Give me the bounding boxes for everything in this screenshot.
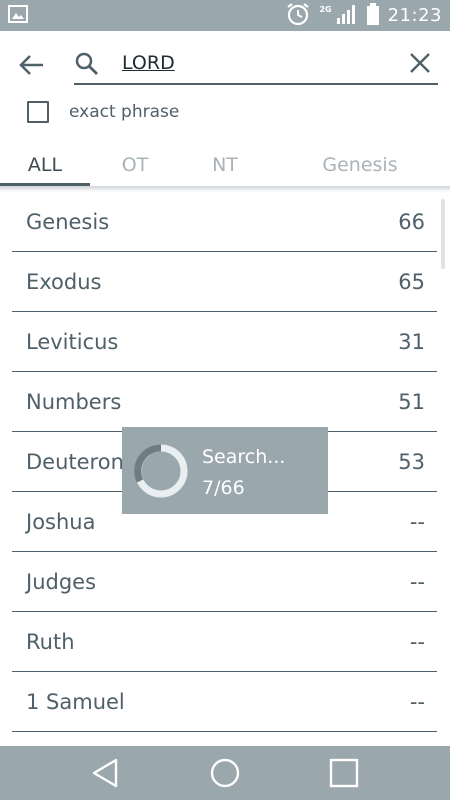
progress-count: 7/66 xyxy=(202,477,245,499)
tab-genesis[interactable]: Genesis xyxy=(300,139,420,186)
square-recents-icon xyxy=(329,758,359,788)
list-item[interactable]: Judges -- xyxy=(12,552,437,612)
tab-ot[interactable]: OT xyxy=(90,139,180,186)
nav-back-button[interactable] xyxy=(90,757,122,789)
match-count: 53 xyxy=(398,450,425,474)
battery-icon xyxy=(366,2,380,30)
close-icon xyxy=(410,53,430,73)
tab-nt[interactable]: NT xyxy=(180,139,270,186)
match-count: 31 xyxy=(398,330,425,354)
exact-phrase-option: exact phrase xyxy=(27,101,179,123)
status-time: 21:23 xyxy=(387,5,442,26)
book-name: 1 Samuel xyxy=(26,690,125,714)
match-count: 51 xyxy=(398,390,425,414)
exact-phrase-checkbox[interactable] xyxy=(27,101,49,123)
arrow-left-icon xyxy=(19,55,43,75)
tab-all[interactable]: ALL xyxy=(0,139,90,186)
match-count: 65 xyxy=(398,270,425,294)
book-name: Ruth xyxy=(26,630,75,654)
book-name: Genesis xyxy=(26,210,110,234)
alarm-icon xyxy=(285,2,311,30)
match-count: -- xyxy=(409,570,425,594)
book-name: Exodus xyxy=(26,270,102,294)
list-item[interactable]: Exodus 65 xyxy=(12,252,437,312)
list-item[interactable]: 1 Samuel -- xyxy=(12,672,437,732)
match-count: -- xyxy=(409,630,425,654)
circle-home-icon xyxy=(210,758,240,788)
book-name: Numbers xyxy=(26,390,122,414)
network-type-label: 2G xyxy=(319,5,332,14)
search-progress-dialog: Search... 7/66 xyxy=(122,427,328,514)
list-item[interactable]: Genesis 66 xyxy=(12,192,437,252)
match-count: 66 xyxy=(398,210,425,234)
search-icon xyxy=(75,52,98,75)
triangle-back-icon xyxy=(92,758,118,788)
exact-phrase-label: exact phrase xyxy=(69,102,180,122)
list-item[interactable]: Ruth -- xyxy=(12,612,437,672)
nav-home-button[interactable] xyxy=(209,757,241,789)
loading-spinner-icon xyxy=(134,444,188,498)
image-icon xyxy=(8,4,28,27)
book-name: Leviticus xyxy=(26,330,119,354)
signal-icon xyxy=(336,3,358,29)
progress-title: Search... xyxy=(202,446,286,468)
match-count: -- xyxy=(409,510,425,534)
book-name: Judges xyxy=(26,570,97,594)
list-item[interactable]: Numbers 51 xyxy=(12,372,437,432)
testament-tabs: ALL OT NT Genesis xyxy=(0,139,450,186)
search-input[interactable] xyxy=(122,49,392,77)
book-name: Joshua xyxy=(26,510,96,534)
navigation-bar xyxy=(0,746,450,800)
search-header: exact phrase ALL OT NT Genesis xyxy=(0,31,450,186)
status-bar: 2G 21:23 xyxy=(0,0,450,31)
nav-recents-button[interactable] xyxy=(328,757,360,789)
back-button[interactable] xyxy=(16,49,48,81)
list-item[interactable]: Leviticus 31 xyxy=(12,312,437,372)
match-count: -- xyxy=(409,690,425,714)
search-box xyxy=(74,45,438,85)
list-scrollbar[interactable] xyxy=(441,199,445,269)
clear-search-button[interactable] xyxy=(408,51,432,75)
